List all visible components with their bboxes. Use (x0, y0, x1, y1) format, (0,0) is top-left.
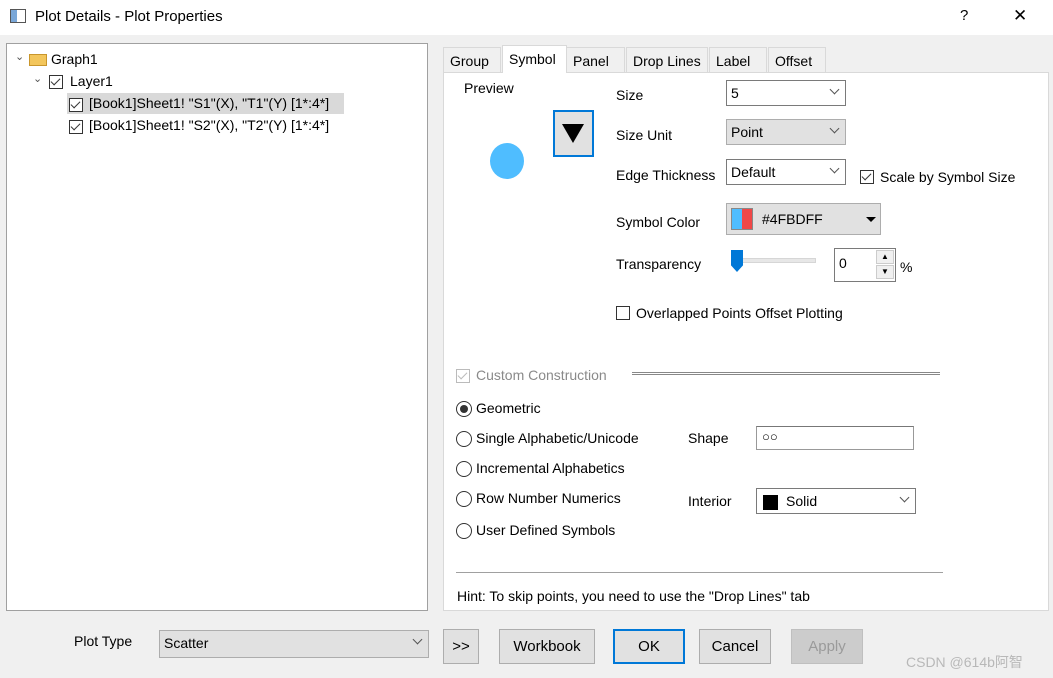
radio-label: Geometric (476, 400, 541, 416)
cancel-button[interactable]: Cancel (699, 629, 771, 664)
percent-label: % (900, 259, 913, 275)
chevron-down-icon[interactable]: ⌄ (15, 50, 24, 63)
divider (632, 372, 940, 375)
symbol-color-button[interactable]: #4FBDFF (726, 203, 881, 235)
radio-label: Single Alphabetic/Unicode (476, 430, 639, 446)
radio-user-defined[interactable] (456, 523, 472, 540)
chevron-down-icon (829, 84, 840, 95)
title-bar: Plot Details - Plot Properties ? ✕ (0, 0, 1053, 35)
apply-button: Apply (791, 629, 863, 664)
tab-panel[interactable]: Panel (566, 47, 625, 72)
edge-thickness-label: Edge Thickness (616, 167, 716, 183)
custom-construction-label: Custom Construction (476, 367, 607, 383)
size-unit-label: Size Unit (616, 127, 673, 143)
radio-row-number[interactable] (456, 491, 472, 508)
app-icon (10, 9, 26, 23)
close-button[interactable]: ✕ (1013, 6, 1027, 26)
transparency-label: Transparency (616, 256, 702, 272)
tree-layer[interactable]: Layer1 (70, 73, 113, 89)
chevron-down-icon (412, 634, 423, 645)
radio-incremental[interactable] (456, 461, 472, 478)
symbol-shape-button[interactable] (553, 110, 594, 157)
chevron-down-icon (829, 163, 840, 174)
chevron-down-icon (829, 123, 840, 134)
tab-group[interactable]: Group (443, 47, 501, 72)
help-button[interactable]: ? (960, 7, 968, 24)
divider (456, 572, 943, 573)
hint-text: Hint: To skip points, you need to use th… (457, 588, 810, 604)
tree-item[interactable]: [Book1]Sheet1! "S2"(X), "T2"(Y) [1*:4*] (67, 115, 367, 136)
spin-down-icon[interactable]: ▼ (876, 265, 894, 279)
radio-single-alphabetic[interactable] (456, 431, 472, 448)
plot-type-select[interactable]: Scatter (159, 630, 429, 658)
size-unit-value: Point (731, 124, 763, 140)
shape-label: Shape (688, 430, 729, 446)
tab-symbol[interactable]: Symbol (502, 45, 567, 73)
preview-label: Preview (464, 80, 514, 96)
tree-graph[interactable]: Graph1 (51, 51, 98, 67)
transparency-value: 0 (839, 255, 847, 271)
tree-item-selected[interactable]: [Book1]Sheet1! "S1"(X), "T1"(Y) [1*:4*] (67, 93, 344, 114)
radio-label: User Defined Symbols (476, 522, 616, 538)
edge-thickness-combo[interactable]: Default (726, 159, 846, 185)
radio-label: Incremental Alphabetics (476, 460, 625, 476)
size-label: Size (616, 87, 644, 103)
folder-icon (29, 54, 47, 66)
plot-type-label: Plot Type (74, 633, 133, 649)
transparency-spinner[interactable]: 0 ▲ ▼ (834, 248, 896, 282)
tab-label[interactable]: Label (709, 47, 767, 72)
radio-label: Row Number Numerics (476, 490, 621, 506)
workbook-button[interactable]: Workbook (499, 629, 595, 664)
expand-button[interactable]: >> (443, 629, 479, 664)
spin-up-icon[interactable]: ▲ (876, 250, 894, 264)
chevron-down-icon (899, 492, 910, 503)
size-unit-select[interactable]: Point (726, 119, 846, 145)
watermark: CSDN @614b阿智 (906, 654, 1023, 670)
layer-checkbox[interactable] (49, 75, 63, 90)
color-swatch (731, 208, 753, 230)
interior-select[interactable]: Solid (756, 488, 916, 514)
shape-field[interactable]: ○○ (756, 426, 914, 450)
custom-construction-checkbox (456, 369, 470, 384)
symbol-preview (490, 143, 524, 179)
size-combo[interactable]: 5 (726, 80, 846, 106)
solid-swatch-icon (763, 494, 778, 510)
size-value: 5 (731, 85, 739, 101)
window-title: Plot Details - Plot Properties (35, 8, 223, 25)
triangle-down-icon (562, 124, 584, 143)
overlap-checkbox[interactable] (616, 306, 630, 321)
plot-tree[interactable]: ⌄ Graph1 ⌄ Layer1 [Book1]Sheet1! "S1"(X)… (6, 43, 428, 611)
symbol-color-value: #4FBDFF (762, 211, 823, 227)
interior-label: Interior (688, 493, 732, 509)
overlap-label: Overlapped Points Offset Plotting (636, 305, 843, 321)
tab-drop-lines[interactable]: Drop Lines (626, 47, 708, 72)
scale-by-size-label: Scale by Symbol Size (880, 169, 1016, 185)
plot-checkbox[interactable] (69, 98, 83, 113)
transparency-slider[interactable] (731, 258, 816, 263)
chevron-down-icon[interactable]: ⌄ (33, 72, 42, 85)
edge-thickness-value: Default (731, 164, 776, 180)
tab-offset[interactable]: Offset (768, 47, 826, 72)
symbol-color-label: Symbol Color (616, 214, 701, 230)
dropdown-arrow-icon (866, 217, 876, 222)
plot-checkbox[interactable] (69, 120, 83, 135)
scale-by-size-checkbox[interactable] (860, 170, 874, 185)
tree-item-label: [Book1]Sheet1! "S1"(X), "T1"(Y) [1*:4*] (89, 95, 330, 111)
shape-value: ○○ (762, 429, 778, 444)
interior-value: Solid (786, 493, 818, 509)
ok-button[interactable]: OK (613, 629, 685, 664)
radio-geometric[interactable] (456, 401, 472, 418)
tree-item-label: [Book1]Sheet1! "S2"(X), "T2"(Y) [1*:4*] (89, 117, 330, 133)
plot-type-value: Scatter (164, 635, 209, 651)
